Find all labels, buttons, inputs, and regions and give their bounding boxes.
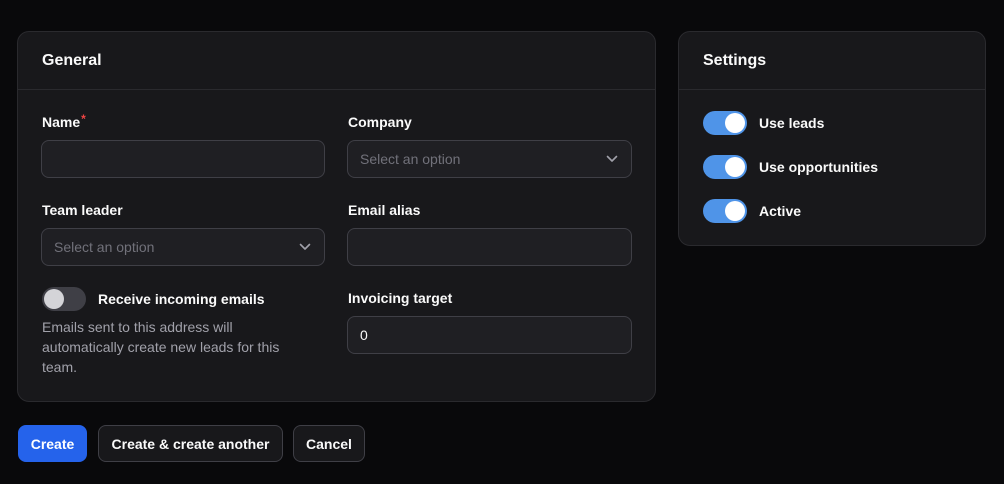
active-toggle[interactable] (703, 199, 747, 223)
use-leads-toggle[interactable] (703, 111, 747, 135)
team-leader-placeholder: Select an option (54, 239, 155, 255)
use-leads-label: Use leads (759, 115, 825, 131)
settings-card-title: Settings (679, 32, 985, 90)
receive-emails-helper-text: Emails sent to this address will automat… (42, 319, 280, 375)
name-field-group: Name * (42, 112, 86, 132)
toggle-knob (725, 157, 745, 177)
create-another-button[interactable]: Create & create another (98, 425, 283, 462)
general-card-title: General (18, 32, 655, 90)
active-label: Active (759, 203, 802, 219)
company-select[interactable]: Select an option (347, 140, 632, 178)
general-card: General Name * Company Select an option … (17, 31, 656, 402)
toggle-knob (725, 113, 745, 133)
name-input[interactable] (41, 140, 325, 178)
use-opportunities-label: Use opportunities (759, 159, 879, 175)
cancel-button[interactable]: Cancel (293, 425, 365, 462)
name-label: Name (42, 114, 81, 130)
toggle-knob (725, 201, 745, 221)
company-label: Company (348, 114, 412, 130)
receive-emails-label: Receive incoming emails (98, 291, 265, 307)
email-alias-label: Email alias (348, 202, 421, 218)
chevron-down-icon (298, 240, 312, 254)
email-alias-input[interactable] (347, 228, 632, 266)
settings-card: Settings Use leads Use opportunities Act… (678, 31, 986, 246)
company-placeholder: Select an option (360, 151, 461, 167)
receive-emails-toggle[interactable] (42, 287, 86, 311)
team-leader-select[interactable]: Select an option (41, 228, 325, 266)
use-opportunities-toggle[interactable] (703, 155, 747, 179)
invoicing-target-input[interactable]: 0 (347, 316, 632, 354)
chevron-down-icon (605, 152, 619, 166)
required-marker: * (81, 112, 86, 126)
invoicing-target-label: Invoicing target (348, 290, 453, 306)
team-leader-label: Team leader (42, 202, 123, 218)
create-button[interactable]: Create (18, 425, 87, 462)
toggle-knob (44, 289, 64, 309)
